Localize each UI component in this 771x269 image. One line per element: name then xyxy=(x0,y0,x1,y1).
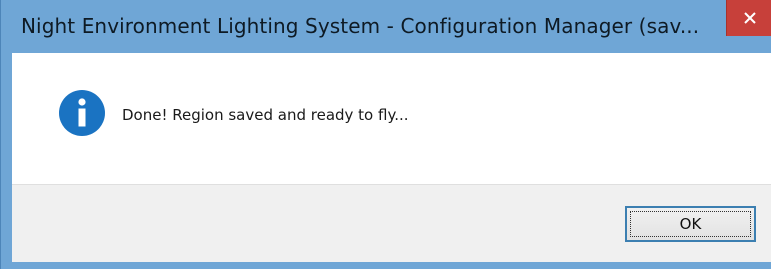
title-bar[interactable]: Night Environment Lighting System - Conf… xyxy=(1,0,771,53)
close-button[interactable] xyxy=(726,0,771,36)
window-bottom-border xyxy=(1,262,771,269)
close-icon xyxy=(743,12,756,24)
dialog-content: Done! Region saved and ready to fly... xyxy=(12,53,771,184)
ok-button[interactable]: OK xyxy=(625,206,756,242)
window-title: Night Environment Lighting System - Conf… xyxy=(21,14,700,38)
dialog-message: Done! Region saved and ready to fly... xyxy=(122,106,409,124)
dialog-footer: OK xyxy=(12,184,771,262)
message-box-window: Night Environment Lighting System - Conf… xyxy=(0,0,771,269)
focus-rectangle xyxy=(630,211,751,237)
info-icon xyxy=(59,90,105,136)
